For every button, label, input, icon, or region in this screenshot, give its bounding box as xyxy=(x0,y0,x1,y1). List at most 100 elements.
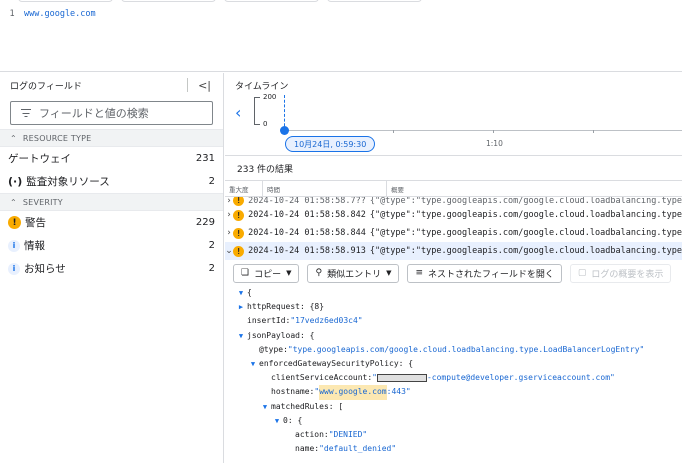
json-text: { xyxy=(247,288,252,297)
json-line: @type: "type.googleapis.com/google.cloud… xyxy=(235,343,682,357)
collapse-panel-button[interactable]: <| xyxy=(187,78,211,92)
info-icon: i xyxy=(8,239,20,252)
resource-type-section[interactable]: ⌃ RESOURCE TYPE xyxy=(0,129,223,147)
summary-icon: ▢ xyxy=(577,268,587,278)
column-header-severity[interactable]: 重大度 xyxy=(225,181,263,196)
chevron-down-icon[interactable]: ⌄ xyxy=(225,246,233,256)
json-key: name: xyxy=(295,444,320,454)
field-value-audited-resource[interactable]: (·) 監査対象リソース 2 xyxy=(0,170,223,193)
axis-tick xyxy=(393,130,394,133)
redacted-box xyxy=(376,374,427,383)
axis-tick xyxy=(593,130,594,133)
log-fields-title: ログのフィールド xyxy=(10,81,82,92)
expand-nested-button[interactable]: ≡ ネストされたフィールドを開く xyxy=(407,263,562,283)
json-text: enforcedGatewaySecurityPolicy: { xyxy=(259,359,414,369)
json-value: "type.googleapis.com/google.cloud.loadba… xyxy=(287,344,645,354)
severity-section[interactable]: ⌃ SEVERITY xyxy=(0,193,223,211)
query-toolbar-button[interactable] xyxy=(327,0,422,2)
json-line: hostname: " www.google.com:443" xyxy=(235,385,682,400)
log-timestamp: 2024-10-24 01:58:58.842 xyxy=(248,210,366,220)
expand-nested-label: ネストされたフィールドを開く xyxy=(428,269,554,280)
log-row[interactable]: › ! 2024-10-24 01:58:58.842 {"@type":"ty… xyxy=(225,206,682,224)
y-axis-max: 200 xyxy=(263,93,277,101)
warning-icon: ! xyxy=(233,197,245,206)
column-header-time[interactable]: 時間 xyxy=(263,181,387,196)
show-summary-button[interactable]: ▢ ログの概要を表示 xyxy=(569,263,672,283)
timeline-title: タイムライン xyxy=(235,82,289,92)
json-line: name: "default_denied" xyxy=(235,442,682,456)
field-label: お知らせ xyxy=(24,263,66,275)
audited-resource-icon: (·) xyxy=(8,175,23,188)
json-line: ▼ jsonPayload: { xyxy=(235,329,682,343)
query-text[interactable]: www.google.com xyxy=(24,9,96,19)
copy-button[interactable]: ❏ コピー ▼ xyxy=(233,263,300,283)
timeline-panel: タイムライン ‹ 200 0 1:10 10月24日, 0:59:30 xyxy=(225,73,682,156)
json-line: ▼ 0: { xyxy=(235,414,682,428)
log-row-expanded[interactable]: ⌄ ! 2024-10-24 01:58:58.913 {"@type":"ty… xyxy=(225,242,682,260)
column-header-summary[interactable]: 概要 xyxy=(387,184,404,194)
selected-time-badge[interactable]: 10月24日, 0:59:30 xyxy=(285,136,376,152)
json-line: ▼{ xyxy=(235,286,682,300)
timeline-axis xyxy=(283,130,682,131)
caret-down-icon[interactable]: ▼ xyxy=(247,357,259,371)
query-toolbar-button[interactable] xyxy=(121,0,216,2)
similar-icon: ⚲ xyxy=(315,268,323,278)
copy-icon: ❏ xyxy=(241,268,250,278)
field-count: 231 xyxy=(195,153,215,164)
chevron-right-icon[interactable]: › xyxy=(225,210,233,220)
log-summary: {"@type":"type.googleapis.com/google.clo… xyxy=(369,246,682,256)
caret-down-icon: ▼ xyxy=(386,269,392,277)
json-value: "DENIED" xyxy=(328,430,368,440)
log-row[interactable]: › ! 2024-10-24 01:58:58.844 {"@type":"ty… xyxy=(225,224,682,242)
chevron-up-icon: ⌃ xyxy=(10,197,17,207)
caret-right-icon[interactable]: ▶ xyxy=(235,300,247,314)
time-cursor-handle[interactable] xyxy=(280,126,289,135)
json-line: ▼ matchedRules: [ xyxy=(235,400,682,414)
chevron-left-icon[interactable]: ‹ xyxy=(235,103,241,122)
json-value: -compute@developer.gserviceaccount.com" xyxy=(426,373,615,383)
caret-down-icon[interactable]: ▼ xyxy=(235,329,247,343)
warning-icon: ! xyxy=(233,227,245,239)
json-value: "17vedz6ed03c4" xyxy=(290,316,363,326)
query-toolbar-button[interactable] xyxy=(18,0,113,2)
field-label: ゲートウェイ xyxy=(8,153,71,165)
field-value-info[interactable]: i 情報 2 xyxy=(0,234,223,257)
axis-tick xyxy=(493,130,494,133)
caret-down-icon[interactable]: ▼ xyxy=(259,400,271,414)
results-panel: 233 件の結果 重大度 時間 概要 › ! 2024-10-24 01:58:… xyxy=(225,157,682,463)
results-count: 233 件の結果 xyxy=(225,157,682,181)
line-number: 1 xyxy=(9,9,15,19)
search-highlight: www.google.com xyxy=(319,385,387,400)
field-value-gateway[interactable]: ゲートウェイ 231 xyxy=(0,147,223,170)
field-label: 警告 xyxy=(25,217,46,229)
field-value-notice[interactable]: i お知らせ 2 xyxy=(0,257,223,280)
json-line: action: "DENIED" xyxy=(235,428,682,442)
field-value-warning[interactable]: ! 警告 229 xyxy=(0,211,223,234)
caret-down-icon[interactable]: ▼ xyxy=(235,286,247,300)
json-line: clientServiceAccount: " -compute@develope… xyxy=(235,371,682,385)
field-label: 情報 xyxy=(24,240,45,252)
json-key: insertId: xyxy=(247,316,291,326)
y-axis-bracket xyxy=(254,97,260,125)
results-header: 重大度 時間 概要 xyxy=(225,181,682,197)
warning-icon: ! xyxy=(233,209,245,221)
log-row[interactable]: › ! 2024-10-24 01:58:58.7?? {"@type":"ty… xyxy=(225,197,682,206)
json-key: action: xyxy=(295,430,329,440)
caret-down-icon[interactable]: ▼ xyxy=(271,414,283,428)
json-value: :443" xyxy=(386,387,411,397)
field-search-input[interactable]: フィールドと値の検索 xyxy=(10,101,213,125)
log-summary: {"@type":"type.googleapis.com/google.clo… xyxy=(369,228,682,238)
y-axis-min: 0 xyxy=(263,120,268,128)
query-toolbar-button[interactable] xyxy=(224,0,319,2)
info-icon: i xyxy=(8,262,20,275)
json-text: httpRequest: {8} xyxy=(247,302,325,312)
collapse-left-icon[interactable]: <| xyxy=(198,79,211,92)
query-editor[interactable]: 1 www.google.com xyxy=(0,0,682,72)
query-line[interactable]: 1 www.google.com xyxy=(0,9,96,19)
chevron-right-icon[interactable]: › xyxy=(225,197,233,206)
log-timestamp: 2024-10-24 01:58:58.913 xyxy=(248,246,366,256)
section-title: RESOURCE TYPE xyxy=(22,133,92,143)
chevron-right-icon[interactable]: › xyxy=(225,228,233,238)
log-timestamp: 2024-10-24 01:58:58.7?? xyxy=(248,197,366,206)
similar-entries-button[interactable]: ⚲ 類似エントリ ▼ xyxy=(307,263,400,283)
